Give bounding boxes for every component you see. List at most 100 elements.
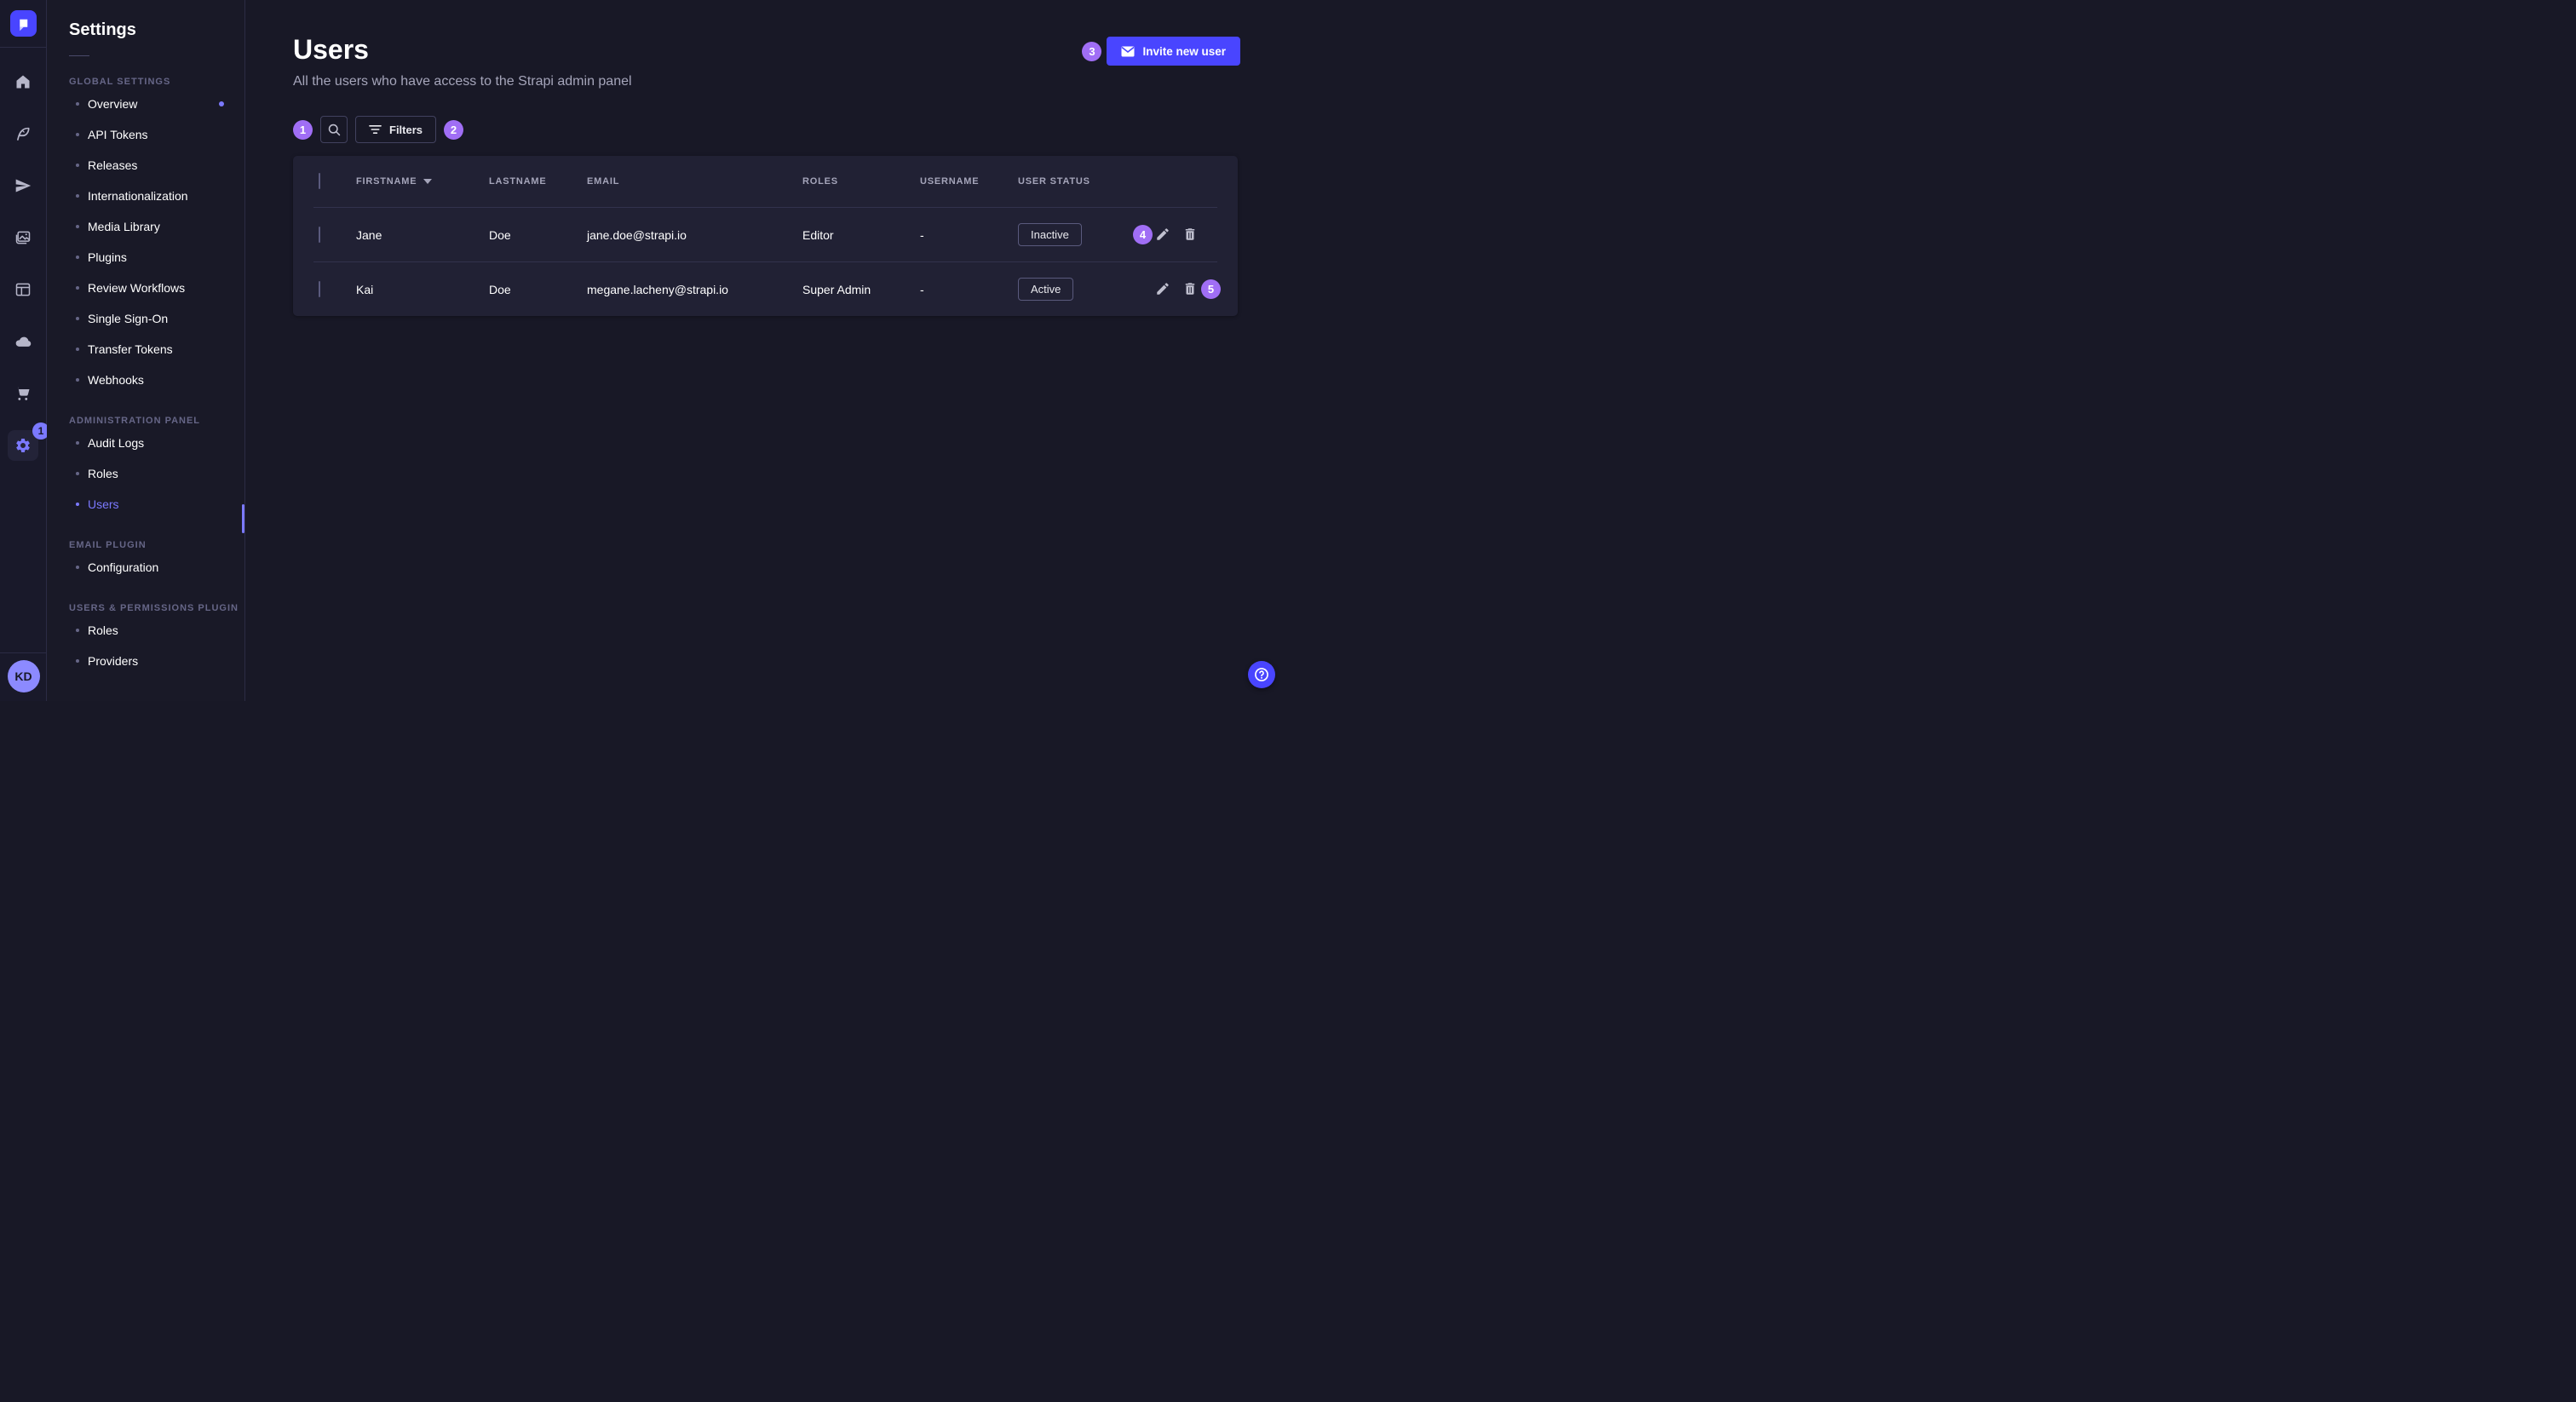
sidebar-item-label: Plugins <box>88 250 127 264</box>
sidebar-item-label: Media Library <box>88 220 160 233</box>
cell-email: jane.doe@strapi.io <box>587 228 802 242</box>
settings-sidebar: Settings GLOBAL SETTINGS Overview API To… <box>47 0 245 701</box>
sidebar-item-users[interactable]: Users <box>69 489 244 520</box>
sidebar-item-configuration[interactable]: Configuration <box>69 552 244 583</box>
sidebar-item-label: Internationalization <box>88 189 188 203</box>
main-content: Users All the users who have access to t… <box>245 0 1288 701</box>
sidebar-item-audit-logs[interactable]: Audit Logs <box>69 428 244 458</box>
sidebar-item-label: Roles <box>88 623 118 637</box>
bullet-icon <box>76 102 79 106</box>
row-checkbox[interactable] <box>319 227 320 243</box>
sidebar-title: Settings <box>69 20 244 40</box>
overview-notification-dot-icon <box>219 101 224 106</box>
column-header-roles[interactable]: ROLES <box>802 176 920 187</box>
sidebar-item-transfer-tokens[interactable]: Transfer Tokens <box>69 334 244 365</box>
sidebar-item-overview[interactable]: Overview <box>69 89 244 119</box>
rail-item-home[interactable] <box>8 66 38 97</box>
sidebar-item-releases[interactable]: Releases <box>69 150 244 181</box>
sidebar-item-admin-roles[interactable]: Roles <box>69 458 244 489</box>
rail-item-marketplace[interactable] <box>8 378 38 409</box>
user-avatar[interactable]: KD <box>8 660 40 692</box>
bullet-icon <box>76 441 79 445</box>
sidebar-item-webhooks[interactable]: Webhooks <box>69 365 244 395</box>
edit-pencil-icon[interactable] <box>1155 281 1170 296</box>
bullet-icon <box>76 256 79 259</box>
cell-lastname: Doe <box>489 228 587 242</box>
sidebar-item-plugins[interactable]: Plugins <box>69 242 244 273</box>
bullet-icon <box>76 348 79 351</box>
search-button[interactable] <box>320 116 348 143</box>
edit-pencil-icon[interactable] <box>1155 227 1170 242</box>
invite-new-user-button[interactable]: Invite new user <box>1107 37 1240 66</box>
search-icon <box>327 123 342 137</box>
column-header-email[interactable]: EMAIL <box>587 176 802 187</box>
table-row-jane-doe[interactable]: Jane Doe jane.doe@strapi.io Editor - Ina… <box>293 208 1238 261</box>
som-badge-1: 1 <box>293 120 313 140</box>
column-header-firstname[interactable]: FIRSTNAME <box>356 176 489 187</box>
cell-username: - <box>920 228 1018 242</box>
rail-item-content-manager[interactable] <box>8 118 38 149</box>
sidebar-item-label: Review Workflows <box>88 281 185 295</box>
sidebar-item-internationalization[interactable]: Internationalization <box>69 181 244 211</box>
column-header-user-status[interactable]: USER STATUS <box>1018 176 1110 187</box>
sidebar-item-api-tokens[interactable]: API Tokens <box>69 119 244 150</box>
filters-button-label: Filters <box>389 124 423 136</box>
rail-item-deploy[interactable] <box>8 170 38 201</box>
sidebar-item-label: API Tokens <box>88 128 148 141</box>
som-badge-3: 3 <box>1082 42 1101 61</box>
cell-firstname: Kai <box>356 283 489 296</box>
rail-item-content-type-builder[interactable] <box>8 274 38 305</box>
bullet-icon <box>76 566 79 569</box>
bullet-icon <box>76 164 79 167</box>
rail-item-cloud[interactable] <box>8 326 38 357</box>
bullet-icon <box>76 317 79 320</box>
cell-email: megane.lacheny@strapi.io <box>587 283 802 296</box>
question-mark-icon <box>1253 666 1270 683</box>
delete-trash-icon[interactable] <box>1182 281 1198 296</box>
column-header-username[interactable]: USERNAME <box>920 176 1018 187</box>
delete-trash-icon[interactable] <box>1182 227 1198 242</box>
sidebar-item-up-roles[interactable]: Roles <box>69 615 244 646</box>
bullet-icon <box>76 629 79 632</box>
sidebar-item-single-sign-on[interactable]: Single Sign-On <box>69 303 244 334</box>
settings-gear-icon <box>14 437 32 454</box>
bullet-icon <box>76 225 79 228</box>
layout-icon <box>14 281 32 298</box>
bullet-icon <box>76 286 79 290</box>
sidebar-item-label: Users <box>88 497 119 511</box>
sidebar-item-providers[interactable]: Providers <box>69 646 244 676</box>
sidebar-item-label: Releases <box>88 158 137 172</box>
som-badge-5: 5 <box>1201 279 1221 299</box>
sidebar-item-media-library[interactable]: Media Library <box>69 211 244 242</box>
select-all-checkbox[interactable] <box>319 173 320 189</box>
sidebar-scroll-indicator[interactable] <box>242 504 244 533</box>
sidebar-item-label: Single Sign-On <box>88 312 168 325</box>
bullet-icon <box>76 503 79 506</box>
strapi-logo-icon <box>15 16 31 32</box>
bullet-icon <box>76 194 79 198</box>
icon-rail: 1 KD <box>0 0 47 701</box>
envelope-icon <box>1121 46 1135 57</box>
column-header-lastname[interactable]: LASTNAME <box>489 176 587 187</box>
filter-icon <box>369 124 382 135</box>
cloud-icon <box>14 333 32 350</box>
row-checkbox[interactable] <box>319 281 320 297</box>
sidebar-item-label: Transfer Tokens <box>88 342 173 356</box>
section-header-global-settings: GLOBAL SETTINGS <box>69 77 244 87</box>
table-row-kai-doe[interactable]: Kai Doe megane.lacheny@strapi.io Super A… <box>293 262 1238 316</box>
rail-item-media-library[interactable] <box>8 222 38 253</box>
sidebar-item-review-workflows[interactable]: Review Workflows <box>69 273 244 303</box>
status-badge: Inactive <box>1018 223 1082 246</box>
shopping-cart-icon <box>14 385 32 402</box>
filters-button[interactable]: Filters <box>355 116 436 143</box>
page-title: Users <box>293 32 632 66</box>
strapi-logo[interactable] <box>10 10 37 37</box>
bullet-icon <box>76 472 79 475</box>
cell-firstname: Jane <box>356 228 489 242</box>
rail-item-settings[interactable]: 1 <box>8 430 38 461</box>
help-button[interactable] <box>1248 661 1275 688</box>
feather-icon <box>14 125 32 142</box>
bullet-icon <box>76 659 79 663</box>
cell-username: - <box>920 283 1018 296</box>
sidebar-item-label: Providers <box>88 654 138 668</box>
